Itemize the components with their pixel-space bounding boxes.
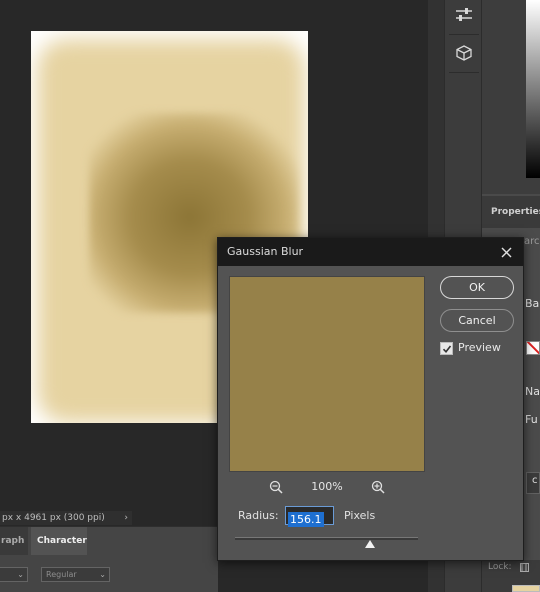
radius-label: Radius:	[238, 509, 279, 522]
radius-slider-thumb[interactable]	[365, 540, 376, 548]
character-panel: raph Character ⌄ Regular ⌄	[0, 526, 218, 592]
color-gradient-ramp[interactable]	[526, 0, 540, 178]
tab-properties[interactable]: Properties	[482, 196, 540, 228]
radius-value: 156.1	[288, 512, 324, 527]
zoom-level: 100%	[311, 480, 343, 493]
radius-input[interactable]: 156.1	[285, 506, 334, 527]
color-picker-area[interactable]	[482, 0, 540, 194]
background-label-fragment: Ba	[525, 297, 540, 310]
ok-button[interactable]: OK	[440, 276, 514, 299]
preview-label[interactable]: Preview	[458, 341, 501, 354]
checkmark-icon	[442, 345, 451, 353]
radius-units: Pixels	[344, 509, 376, 522]
function-label-fragment: Fu	[525, 413, 538, 426]
font-style-value: Regular	[46, 570, 77, 579]
layers-panel: Lock:	[482, 560, 540, 592]
adjustments-icon[interactable]	[450, 2, 478, 28]
properties-field-fragment: c	[532, 475, 538, 486]
blur-preview-pane[interactable]	[229, 276, 425, 472]
font-family-select[interactable]: ⌄	[0, 567, 28, 582]
dialog-titlebar[interactable]: Gaussian Blur	[218, 238, 523, 266]
status-menu-arrow-icon[interactable]: ›	[124, 511, 128, 525]
lock-transparency-icon[interactable]	[520, 563, 529, 572]
no-fill-swatch[interactable]	[526, 341, 540, 355]
cube-3d-icon[interactable]	[450, 40, 478, 66]
name-label-fragment: Na	[525, 385, 540, 398]
tab-paragraph[interactable]: raph	[0, 527, 28, 555]
layer-thumbnail[interactable]	[512, 585, 540, 592]
cancel-button[interactable]: Cancel	[440, 309, 514, 332]
chevron-down-icon: ⌄	[99, 570, 106, 579]
dialog-title: Gaussian Blur	[227, 245, 304, 258]
gaussian-blur-dialog: Gaussian Blur 100% OK Cancel Preview Rad…	[217, 237, 524, 561]
radius-slider-track[interactable]	[235, 537, 418, 540]
preview-checkbox[interactable]	[440, 342, 453, 355]
tool-divider	[449, 72, 479, 73]
search-field-fragment[interactable]: arch	[524, 236, 540, 247]
tool-divider	[449, 34, 479, 35]
font-style-select[interactable]: Regular ⌄	[41, 567, 110, 582]
document-size-text: px x 4961 px (300 ppi)	[2, 513, 105, 523]
properties-field[interactable]: c	[526, 472, 540, 494]
locks-label: Lock:	[488, 562, 512, 572]
chevron-down-icon: ⌄	[17, 570, 24, 579]
status-bar: px x 4961 px (300 ppi) ›	[0, 511, 132, 525]
tab-character[interactable]: Character	[31, 527, 87, 555]
close-icon[interactable]	[497, 243, 515, 261]
zoom-in-icon[interactable]	[370, 479, 386, 495]
zoom-out-icon[interactable]	[268, 479, 284, 495]
